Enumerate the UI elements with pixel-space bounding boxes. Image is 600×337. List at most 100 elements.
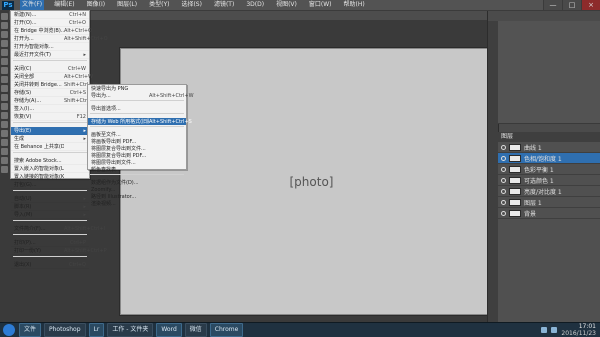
file-menu-item-11[interactable]: 存储为(A)... Shift+Ctrl+S <box>11 97 96 105</box>
menu-7[interactable]: 3D(D) <box>244 0 266 10</box>
menu-5[interactable]: 选择(S) <box>179 0 204 10</box>
gradient-tool-icon[interactable] <box>1 112 8 119</box>
dodge-tool-icon[interactable] <box>1 121 8 128</box>
menu-9[interactable]: 窗口(W) <box>307 0 334 10</box>
brush-tool-icon[interactable] <box>1 76 8 83</box>
menu-8[interactable]: 视图(V) <box>274 0 299 10</box>
export-menu-separator <box>90 126 184 130</box>
eye-icon[interactable] <box>501 177 506 183</box>
quick-selection-tool-icon[interactable] <box>1 40 8 47</box>
lasso-tool-icon[interactable] <box>1 31 8 38</box>
maximize-button[interactable]: □ <box>562 0 581 10</box>
layer-row[interactable]: 色彩平衡 1 <box>498 164 600 175</box>
export-menu-item-11[interactable]: 将图层导出到文件... <box>88 159 186 166</box>
menu-1[interactable]: 编辑(E) <box>52 0 76 10</box>
file-menu-item-9[interactable]: 关闭并转到 Bridge... Shift+Ctrl+W <box>11 81 98 89</box>
clone-stamp-tool-icon[interactable] <box>1 85 8 92</box>
file-menu-item-10[interactable]: 存储(S) Ctrl+S <box>11 89 89 97</box>
file-menu-item-1[interactable]: 打开(O)... Ctrl+O <box>11 19 89 27</box>
file-menu-item-12[interactable]: 签入(I)... <box>11 105 89 113</box>
file-menu-item-25[interactable]: 脚本(R) ▸ <box>11 203 89 211</box>
eye-icon[interactable] <box>501 166 506 172</box>
layer-row[interactable]: 图层 1 <box>498 197 600 208</box>
file-menu-item-19[interactable]: 搜索 Adobe Stock... <box>11 157 89 165</box>
export-menu-item-3[interactable]: 导出首选项... <box>88 105 186 112</box>
minimize-button[interactable]: — <box>543 0 562 10</box>
file-menu-item-31[interactable]: 打印一份(Y) Alt+Shift+Ctrl+P <box>11 247 107 255</box>
export-menu-item-1[interactable]: 导出为... Alt+Shift+Ctrl+W <box>88 92 194 100</box>
file-menu-item-3[interactable]: 打开为... Alt+Shift+Ctrl+O <box>11 35 108 43</box>
menu-10[interactable]: 帮助(H) <box>342 0 367 10</box>
menu-3[interactable]: 图层(L) <box>115 0 139 10</box>
eye-icon[interactable] <box>501 210 506 216</box>
file-menu-item-28[interactable]: 文件简介(F)... Alt+Shift+Ctrl+I <box>11 225 105 233</box>
file-menu-item-30[interactable]: 打印(P)... Ctrl+P <box>11 239 89 247</box>
layer-row[interactable]: 亮度/对比度 1 <box>498 186 600 197</box>
start-button[interactable] <box>3 324 15 336</box>
file-menu-item-21[interactable]: 置入链接的智能对象(K)... <box>11 173 89 181</box>
export-menu-item-5[interactable]: 存储为 Web 所用格式(旧版)...Alt+Shift+Ctrl+S <box>88 118 192 125</box>
eye-icon[interactable] <box>501 188 506 194</box>
export-menu-item-15[interactable]: Zoomify... <box>88 186 186 193</box>
taskbar-item[interactable]: 微信 <box>184 323 207 337</box>
layer-row[interactable]: 曲线 1 <box>498 142 600 153</box>
file-menu-item-26[interactable]: 导入(M) ▸ <box>11 211 89 219</box>
file-menu-item-5[interactable]: 最近打开文件(T) ▸ <box>11 51 89 59</box>
close-button[interactable]: × <box>581 0 600 10</box>
file-menu-item-2[interactable]: 在 Bridge 中浏览(B)... Alt+Ctrl+O <box>11 27 92 35</box>
eye-icon[interactable] <box>501 199 506 205</box>
eyedropper-tool-icon[interactable] <box>1 58 8 65</box>
menu-2[interactable]: 图像(I) <box>85 0 107 10</box>
zoom-tool-icon[interactable] <box>1 166 8 173</box>
export-menu-item-8[interactable]: 将画板导出到 PDF... <box>88 138 186 145</box>
file-menu-item-0[interactable]: 新建(N)... Ctrl+N <box>11 11 89 19</box>
layer-thumbnail <box>509 154 521 162</box>
hand-tool-icon[interactable] <box>1 157 8 164</box>
taskbar-item[interactable]: Chrome <box>209 323 244 337</box>
export-menu-item-0[interactable]: 快速导出为 PNG <box>88 85 186 92</box>
history-brush-tool-icon[interactable] <box>1 94 8 101</box>
taskbar-item[interactable]: Lr <box>88 323 105 337</box>
taskbar-item[interactable]: 工作 - 文件夹 <box>107 323 154 337</box>
export-menu-item-7[interactable]: 画板至文件... <box>88 131 186 138</box>
taskbar-item[interactable]: Photoshop <box>44 323 86 337</box>
menu-bar: Ps 文件(F) 编辑(E) 图像(I) 图层(L) 类型(Y) 选择(S) 滤镜(T) 3D… <box>0 0 600 11</box>
file-menu-item-13[interactable]: 恢复(V) F12 <box>11 113 89 121</box>
export-menu-item-14[interactable]: 数据组作为文件(D)... <box>88 179 186 186</box>
taskbar-item[interactable]: Word <box>156 323 182 337</box>
export-menu-item-17[interactable]: 渲染视频... <box>88 200 186 207</box>
crop-tool-icon[interactable] <box>1 49 8 56</box>
pen-tool-icon[interactable] <box>1 130 8 137</box>
eye-icon[interactable] <box>501 144 506 150</box>
export-menu-item-12[interactable]: 颜色查找表... <box>88 166 186 173</box>
export-menu-item-9[interactable]: 将图层复合导出到文件... <box>88 145 186 152</box>
menu-6[interactable]: 滤镜(T) <box>212 0 236 10</box>
export-menu-item-10[interactable]: 将图层复合导出到 PDF... <box>88 152 186 159</box>
file-menu-item-17[interactable]: 在 Behance 上共享(D)... <box>11 143 89 151</box>
type-tool-icon[interactable] <box>1 139 8 146</box>
file-menu-item-22[interactable]: 打包(G)... <box>11 181 89 189</box>
menu-4[interactable]: 类型(Y) <box>147 0 171 10</box>
file-menu-item-4[interactable]: 打开为智能对象... <box>11 43 89 51</box>
layer-row[interactable]: 可选颜色 1 <box>498 175 600 186</box>
file-menu-item-33[interactable]: 退出(X) Ctrl+Q <box>11 261 89 269</box>
export-menu-item-16[interactable]: 路径到 Illustrator... <box>88 193 186 200</box>
file-menu-item-7[interactable]: 关闭(C) Ctrl+W <box>11 65 89 73</box>
eraser-tool-icon[interactable] <box>1 103 8 110</box>
layer-row[interactable]: 色相/饱和度 1 <box>498 153 600 164</box>
taskbar-item[interactable]: 文件 <box>19 323 42 337</box>
menu-0[interactable]: 文件(F) <box>20 0 45 10</box>
file-menu-item-24[interactable]: 自动(U) ▸ <box>11 195 89 203</box>
file-menu-item-16[interactable]: 生成 ▸ <box>11 135 89 143</box>
marquee-tool-icon[interactable] <box>1 22 8 29</box>
file-menu-item-15[interactable]: 导出(E) ▸ <box>11 127 89 135</box>
volume-icon[interactable] <box>551 327 558 333</box>
move-tool-icon[interactable] <box>1 13 8 20</box>
path-selection-tool-icon[interactable] <box>1 148 8 155</box>
eye-icon[interactable] <box>501 155 506 161</box>
network-icon[interactable] <box>541 327 548 333</box>
healing-brush-tool-icon[interactable] <box>1 67 8 74</box>
file-menu-item-8[interactable]: 关闭全部 Alt+Ctrl+W <box>11 73 93 81</box>
file-menu-item-20[interactable]: 置入嵌入的智能对象(L)... <box>11 165 89 173</box>
layer-row[interactable]: 背景 <box>498 208 600 219</box>
